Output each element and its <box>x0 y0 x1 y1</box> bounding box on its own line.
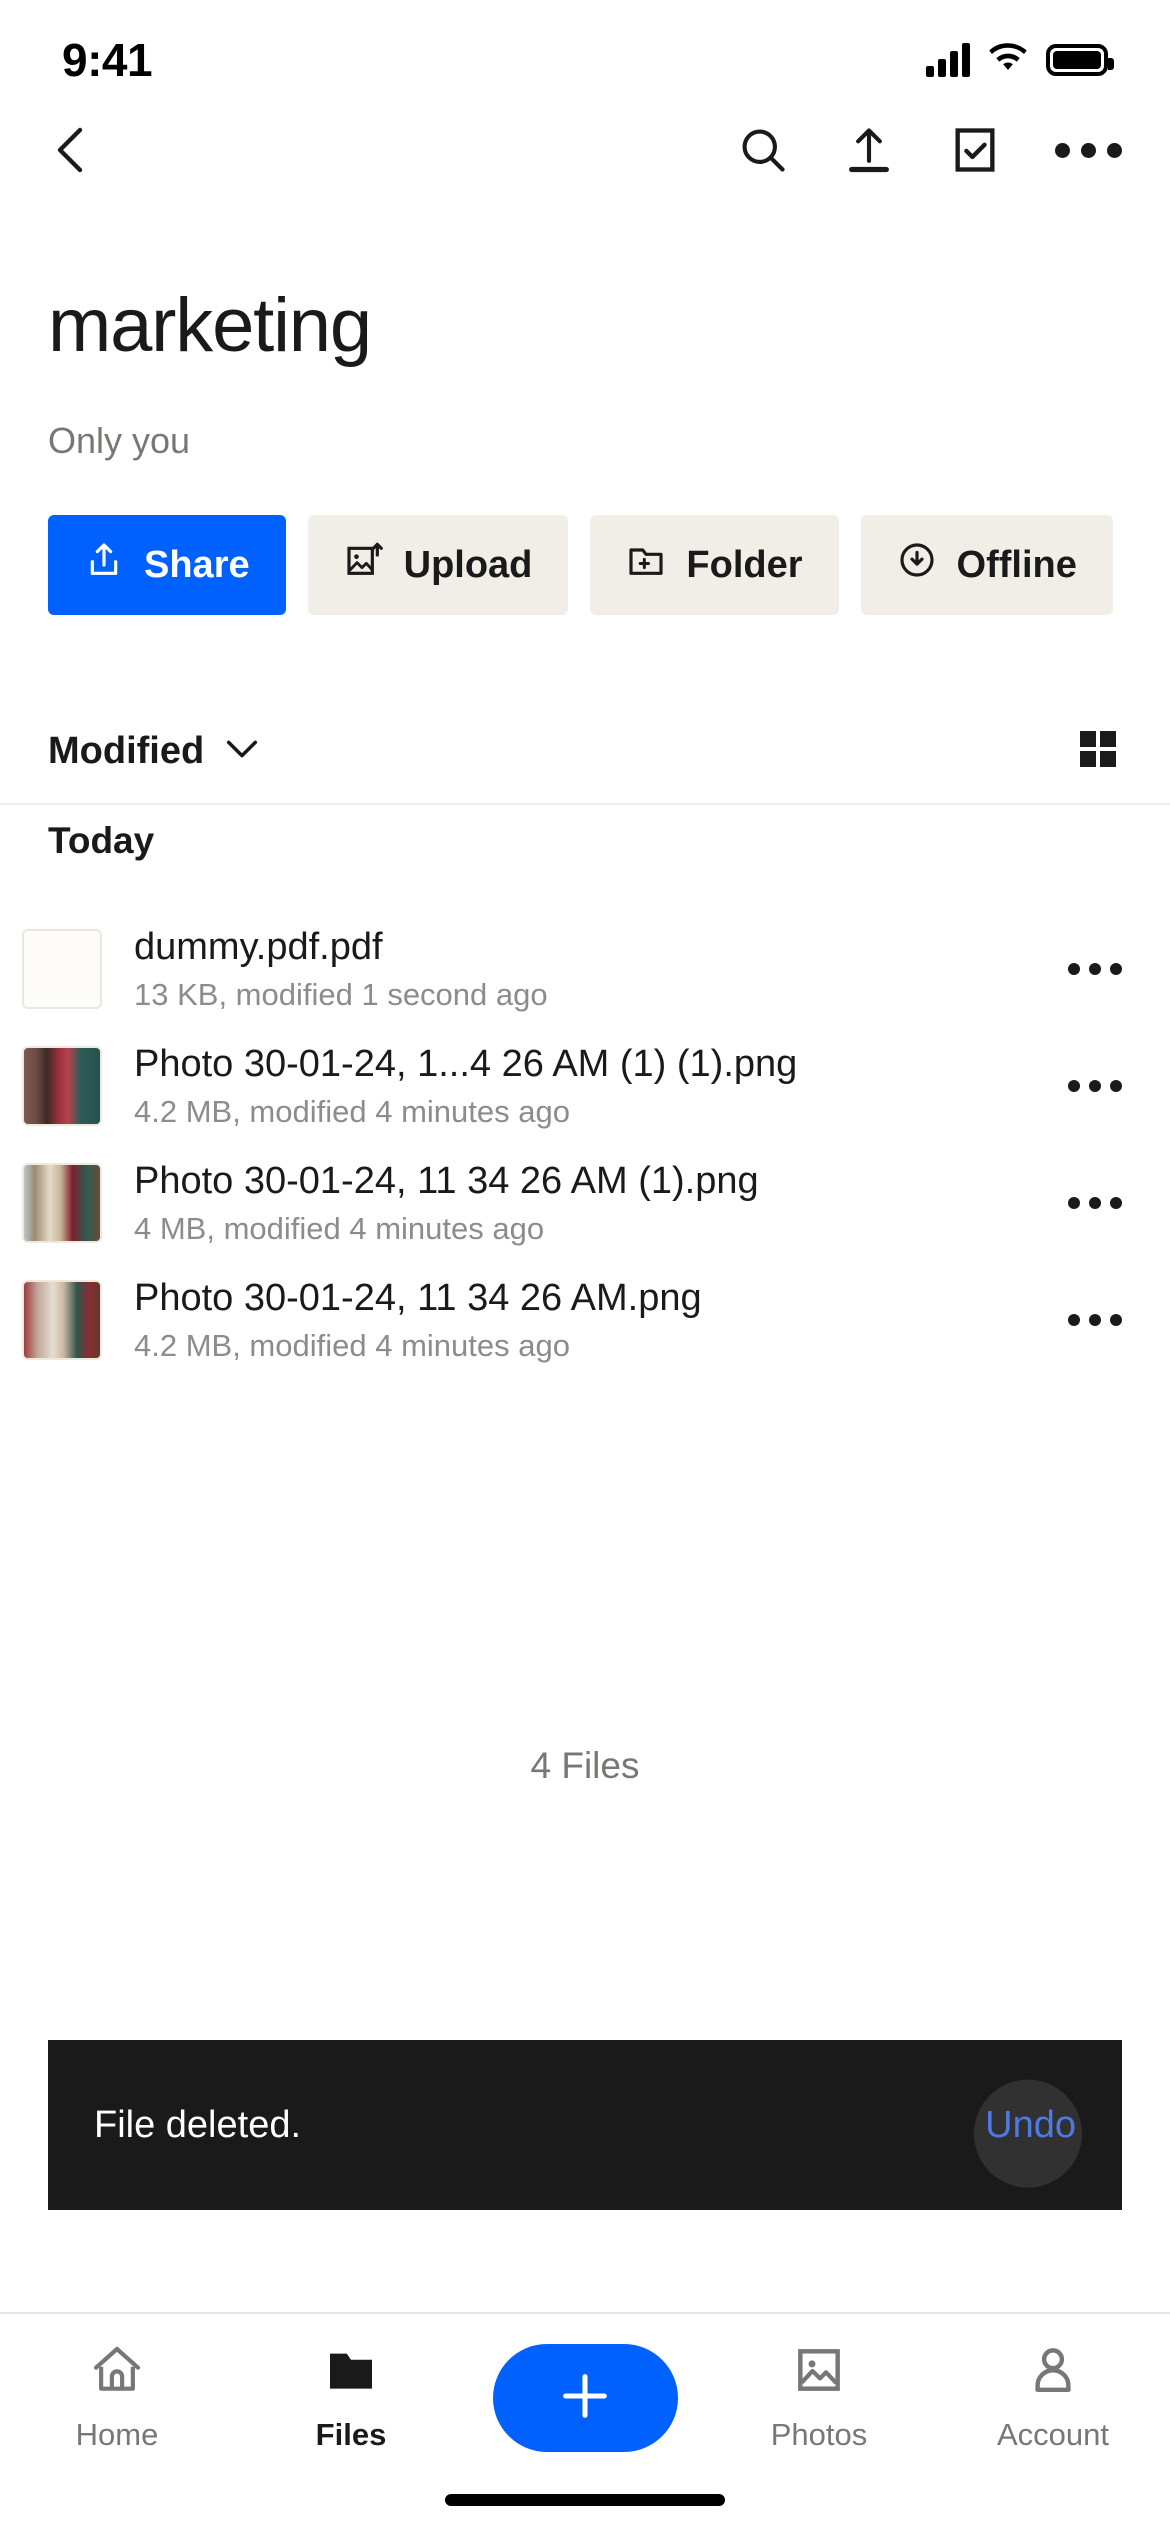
file-meta: 4.2 MB, modified 4 minutes ago <box>134 1094 570 1130</box>
photo-preview <box>24 1281 100 1358</box>
file-name: Photo 30-01-24, 11 34 26 AM.png <box>134 1276 702 1319</box>
quick-actions: Share Upload Folder Offline <box>48 515 1170 615</box>
tab-label-files: Files <box>315 2417 387 2452</box>
file-thumbnail <box>22 1279 102 1360</box>
wifi-icon <box>988 42 1028 79</box>
file-thumbnail <box>22 1162 102 1243</box>
tab-label-account: Account <box>996 2417 1109 2452</box>
share-icon <box>84 540 124 590</box>
file-thumbnail-placeholder <box>22 928 102 1009</box>
table-row[interactable]: Photo 30-01-24, 11 34 26 AM (1).png 4 MB… <box>0 1144 1170 1261</box>
row-more-icon[interactable] <box>1068 1313 1122 1326</box>
folder-button[interactable]: Folder <box>590 515 839 615</box>
photo-preview <box>24 1047 100 1124</box>
offline-button[interactable]: Offline <box>860 515 1113 615</box>
status-bar-indicators <box>926 42 1114 79</box>
file-name: Photo 30-01-24, 1...4 26 AM (1) (1).png <box>134 1042 798 1085</box>
undo-button[interactable]: Undo <box>974 2079 1082 2188</box>
share-button[interactable]: Share <box>48 515 286 615</box>
file-meta: 4 MB, modified 4 minutes ago <box>134 1211 545 1247</box>
signal-bars-icon <box>926 43 970 77</box>
tab-label-photos: Photos <box>770 2417 868 2452</box>
photo-preview <box>24 1164 100 1241</box>
sort-selector[interactable]: Modified <box>48 730 262 773</box>
table-row[interactable]: Photo 30-01-24, 11 34 26 AM.png 4.2 MB, … <box>0 1261 1170 1378</box>
snackbar-toast: File deleted. Undo <box>48 2040 1122 2210</box>
search-icon[interactable] <box>737 124 789 176</box>
folder-icon <box>322 2342 380 2403</box>
section-header-today: Today <box>48 820 155 861</box>
status-bar-time: 9:41 <box>62 34 153 86</box>
checkbox-select-icon[interactable] <box>949 124 1001 176</box>
battery-full-icon <box>1046 44 1114 76</box>
toast-message: File deleted. <box>94 2103 302 2146</box>
plus-icon <box>556 2367 614 2430</box>
file-count-label: 4 Files <box>530 1745 640 1786</box>
row-more-icon[interactable] <box>1068 1079 1122 1092</box>
sort-label: Modified <box>48 730 205 772</box>
create-new-button[interactable] <box>485 2342 685 2452</box>
folder-button-label: Folder <box>686 543 803 586</box>
home-indicator <box>445 2494 725 2506</box>
more-horizontal-icon[interactable] <box>1055 142 1122 158</box>
sort-and-view-row: Modified <box>0 700 1170 805</box>
file-thumbnail <box>22 1045 102 1126</box>
chevron-down-icon <box>222 735 262 768</box>
offline-button-label: Offline <box>956 543 1077 586</box>
file-meta: 4.2 MB, modified 4 minutes ago <box>134 1328 570 1364</box>
grid-view-icon[interactable] <box>1074 725 1122 778</box>
upload-icon[interactable] <box>843 124 895 176</box>
navigation-bar <box>0 100 1170 200</box>
upload-button[interactable]: Upload <box>307 515 569 615</box>
sidebar-item-home[interactable]: Home <box>17 2342 217 2453</box>
table-row[interactable]: Photo 30-01-24, 1...4 26 AM (1) (1).png … <box>0 1027 1170 1144</box>
press-ripple <box>974 2079 1082 2188</box>
sidebar-item-photos[interactable]: Photos <box>719 2342 919 2453</box>
tab-label-home: Home <box>75 2417 159 2452</box>
image-upload-icon <box>344 540 384 590</box>
sidebar-item-files[interactable]: Files <box>251 2342 451 2453</box>
row-more-icon[interactable] <box>1068 962 1122 975</box>
cloud-download-icon <box>897 540 937 590</box>
folder-plus-icon <box>626 540 666 590</box>
page-title: marketing <box>48 283 372 368</box>
share-button-label: Share <box>144 543 250 586</box>
file-name: Photo 30-01-24, 11 34 26 AM (1).png <box>134 1159 759 1202</box>
page-subtitle: Only you <box>48 420 191 461</box>
status-bar: 9:41 <box>0 0 1170 100</box>
person-icon <box>1024 2342 1082 2403</box>
file-list: dummy.pdf.pdf 13 KB, modified 1 second a… <box>0 910 1170 1378</box>
table-row[interactable]: dummy.pdf.pdf 13 KB, modified 1 second a… <box>0 910 1170 1027</box>
sidebar-item-account[interactable]: Account <box>953 2342 1153 2453</box>
photos-icon <box>790 2342 848 2403</box>
file-meta: 13 KB, modified 1 second ago <box>134 977 548 1013</box>
app-screen: 9:41 marketing Only you Share Upload Fol… <box>0 0 1170 2532</box>
home-icon <box>88 2342 146 2403</box>
back-chevron-icon[interactable] <box>48 122 96 178</box>
file-name: dummy.pdf.pdf <box>134 925 383 968</box>
upload-button-label: Upload <box>403 543 533 586</box>
row-more-icon[interactable] <box>1068 1196 1122 1209</box>
